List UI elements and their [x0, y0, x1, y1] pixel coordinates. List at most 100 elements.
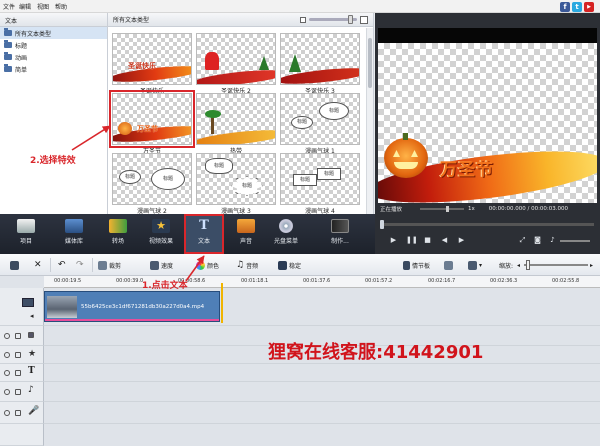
lock-icon[interactable]: [15, 389, 21, 395]
large-thumb-icon[interactable]: [360, 15, 368, 24]
prev-frame-icon[interactable]: ◀: [440, 236, 449, 245]
disc-icon: [279, 219, 293, 233]
volume-slider[interactable]: [560, 240, 590, 242]
category-label: 简单: [15, 66, 28, 74]
delete-icon[interactable]: ✕: [34, 259, 42, 271]
lock-icon[interactable]: [15, 333, 21, 339]
facebook-icon[interactable]: f: [560, 2, 570, 12]
play-icon[interactable]: ▶: [389, 236, 398, 245]
audio-track-header: ♪: [0, 382, 44, 402]
category-animated[interactable]: 动画: [0, 51, 107, 63]
eye-icon[interactable]: [4, 410, 10, 416]
youtube-icon[interactable]: ▶: [584, 2, 594, 12]
audio-button[interactable]: ♫ 音频: [236, 259, 258, 271]
star-icon: ★: [152, 219, 170, 233]
ribbon-video-effects-button[interactable]: ★ 视频效果: [143, 216, 179, 252]
playback-speed-slider[interactable]: [420, 205, 465, 212]
ribbon-produce-button[interactable]: 制作...: [320, 216, 360, 252]
speed-label: 速度: [161, 262, 174, 270]
gallery-zoom: [300, 15, 368, 24]
lock-icon[interactable]: [15, 370, 21, 376]
ribbon-sound-button[interactable]: 声音: [228, 216, 264, 252]
undo-icon[interactable]: ↶: [58, 259, 66, 271]
eye-icon[interactable]: [4, 352, 10, 358]
tile-thumbnail: [280, 33, 360, 85]
volume-icon[interactable]: ♪: [548, 236, 557, 245]
ribbon-media-library-button[interactable]: 媒体库: [56, 216, 92, 252]
eye-icon[interactable]: [4, 389, 10, 395]
category-all-text[interactable]: 所有文本类型: [0, 27, 107, 39]
annotation-step-2: 2.选择特效: [30, 156, 76, 166]
menu-file[interactable]: 文件: [3, 2, 15, 11]
category-title[interactable]: 标题: [0, 39, 107, 51]
playhead[interactable]: [221, 283, 223, 323]
category-simple[interactable]: 简单: [0, 63, 107, 75]
effect-tile-comic-4[interactable]: 标题 标题 漫画气球 4: [280, 153, 360, 214]
audio-track[interactable]: [44, 382, 600, 402]
effect-tile-tropical[interactable]: 热带: [196, 93, 276, 155]
eye-icon[interactable]: [4, 370, 10, 376]
effect-tile-comic-3[interactable]: 标题 标题 漫画气球 3: [196, 153, 276, 214]
zoom-in-icon[interactable]: ▸: [590, 259, 593, 271]
twitter-icon[interactable]: t: [572, 2, 582, 12]
ruler-tick: 00:00:39.0: [116, 278, 144, 284]
speech-bubble: 标题: [151, 168, 185, 190]
effect-tile-comic-1[interactable]: 标题 标题 漫画气球 1: [280, 93, 360, 155]
ribbon-label: 转场: [111, 238, 124, 245]
zoom-slider[interactable]: [524, 260, 588, 270]
zoom-out-icon[interactable]: ◂: [517, 259, 520, 271]
ribbon-label: 光盘菜单: [273, 238, 298, 245]
lock-icon[interactable]: [15, 410, 21, 416]
effect-tile-christmas-2[interactable]: 圣诞快乐 2: [196, 33, 276, 95]
audio-label: 音频: [246, 262, 259, 270]
pause-icon[interactable]: ❚❚: [406, 236, 418, 245]
speed-button[interactable]: 速度: [150, 259, 173, 271]
effect-tile-christmas-3[interactable]: 圣诞快乐 3: [280, 33, 360, 95]
ribbon-disc-menu-button[interactable]: 光盘菜单: [268, 216, 304, 252]
video-clip[interactable]: 55b6425ce3c1df671281db30a227d0a4.mp4: [44, 291, 220, 322]
effect-track-header: ★: [0, 346, 44, 364]
folder-icon: [4, 28, 12, 36]
fullscreen-icon[interactable]: ⤢: [518, 236, 527, 245]
menu-help[interactable]: 帮助: [55, 2, 67, 11]
ribbon-label: 声音: [239, 238, 252, 245]
eye-icon[interactable]: [4, 333, 10, 339]
thumb-size-slider[interactable]: [309, 15, 357, 24]
snapshot-icon[interactable]: ◙: [533, 236, 542, 245]
timeline-view-icon[interactable]: [444, 259, 453, 271]
menu-view[interactable]: 视图: [37, 2, 49, 11]
time-ruler[interactable]: 00:00:19.5 00:00:39.0 00:00:58.6 00:01:1…: [44, 276, 600, 288]
redo-icon[interactable]: ↷: [76, 259, 84, 271]
effect-tile-halloween[interactable]: 万圣节 万圣节: [109, 90, 195, 155]
slider-knob[interactable]: [348, 15, 353, 24]
storyboard-button[interactable]: 情节板: [403, 259, 430, 271]
scrollbar-thumb[interactable]: [368, 38, 372, 88]
ribbon-transition-button[interactable]: 转场: [100, 216, 136, 252]
next-frame-icon[interactable]: ▶: [457, 236, 466, 245]
ribbon-label: 项目: [19, 238, 32, 245]
zoom-knob[interactable]: [526, 260, 530, 270]
ruler-tick: 00:01:37.6: [303, 278, 331, 284]
folder-icon: [4, 40, 12, 48]
speaker-icon[interactable]: ◂: [30, 312, 34, 320]
gallery-scrollbar[interactable]: [366, 28, 373, 214]
seek-knob[interactable]: [380, 220, 384, 229]
effect-tile-christmas-1[interactable]: 圣诞快乐 圣诞快乐: [112, 33, 192, 95]
stabilize-button[interactable]: 稳定: [278, 259, 301, 271]
timeline-settings-icon[interactable]: [10, 259, 19, 271]
effect-tile-comic-2[interactable]: 标题 标题 漫画气球 2: [112, 153, 192, 214]
ribbon-project-button[interactable]: 项目: [8, 216, 44, 252]
stop-icon[interactable]: ■: [423, 236, 432, 245]
small-thumb-icon[interactable]: [300, 16, 306, 23]
tile-thumbnail: 标题 标题: [280, 153, 360, 205]
color-button[interactable]: 颜色: [196, 259, 219, 271]
text-track[interactable]: [44, 364, 600, 382]
crop-button[interactable]: 裁剪: [98, 259, 121, 271]
ribbon-text-button[interactable]: T 文本: [184, 214, 224, 254]
seek-bar[interactable]: [380, 220, 594, 229]
tile-thumbnail: [196, 93, 276, 145]
monitor-icon[interactable]: ▾: [468, 259, 482, 271]
lock-icon[interactable]: [15, 352, 21, 358]
menu-edit[interactable]: 编辑: [19, 2, 31, 11]
narration-track[interactable]: [44, 402, 600, 424]
